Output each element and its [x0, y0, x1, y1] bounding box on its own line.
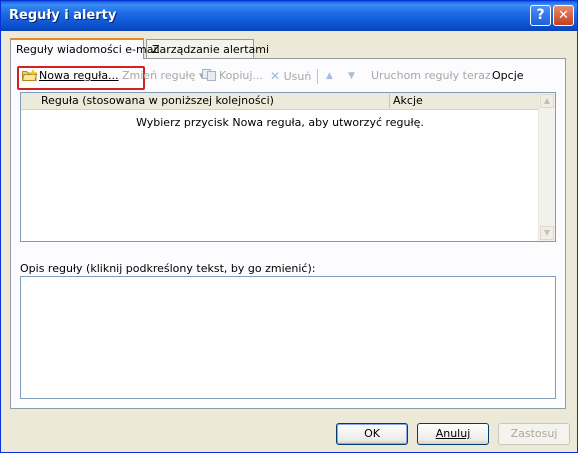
- copy-label: Kopiuj...: [219, 69, 263, 82]
- change-rule-button[interactable]: Zmień regułę ▾: [122, 69, 204, 82]
- vertical-scrollbar[interactable]: ▲ ▼: [538, 93, 555, 241]
- rules-list-header: Reguła (stosowana w poniższej kolejności…: [21, 93, 539, 110]
- tab-manage-alerts[interactable]: Zarządzanie alertami: [146, 39, 269, 58]
- cancel-button[interactable]: Anuluj: [417, 423, 489, 445]
- rules-list[interactable]: Reguła (stosowana w poniższej kolejności…: [20, 92, 556, 242]
- rule-description-label: Opis reguły (kliknij podkreślony tekst, …: [20, 262, 316, 275]
- column-divider: [389, 94, 390, 108]
- copy-button[interactable]: Kopiuj...: [202, 69, 263, 82]
- delete-icon: ✕: [270, 69, 281, 83]
- column-header-rule[interactable]: Reguła (stosowana w poniższej kolejności…: [41, 94, 274, 107]
- change-rule-label: Zmień regułę: [122, 69, 196, 82]
- cancel-label: Anuluj: [435, 427, 471, 440]
- help-icon[interactable]: ?: [530, 5, 551, 26]
- column-header-actions[interactable]: Akcje: [393, 94, 423, 107]
- toolbar-separator: [317, 69, 318, 84]
- delete-label: Usuń: [283, 70, 312, 83]
- scroll-down-icon[interactable]: ▼: [540, 226, 554, 240]
- copy-icon: [202, 69, 216, 81]
- new-rule-label: Nowa reguła...: [39, 69, 119, 82]
- rule-description-box[interactable]: [20, 276, 556, 399]
- ok-button[interactable]: OK: [336, 423, 408, 445]
- window-title: Reguły i alerty: [9, 8, 117, 23]
- delete-button[interactable]: ✕ Usuń: [270, 69, 311, 83]
- run-rules-button[interactable]: Uruchom reguły teraz...: [371, 69, 501, 82]
- tab-panel: Nowa reguła... Zmień regułę ▾ Kopiuj... …: [10, 58, 566, 409]
- rules-and-alerts-dialog: Reguły i alerty ? ✕ Reguły wiadomości e-…: [0, 0, 578, 453]
- title-bar[interactable]: Reguły i alerty ? ✕: [1, 1, 577, 31]
- empty-rules-message: Wybierz przycisk Nowa reguła, aby utworz…: [136, 116, 424, 129]
- new-rule-button[interactable]: Nowa reguła...: [22, 69, 119, 82]
- new-rule-icon: [22, 69, 37, 81]
- tab-email-rules[interactable]: Reguły wiadomości e-mail: [10, 38, 160, 59]
- close-icon[interactable]: ✕: [553, 5, 574, 26]
- apply-label: Zastosuj: [510, 427, 558, 440]
- move-down-icon[interactable]: ▼: [348, 71, 355, 81]
- options-button[interactable]: Opcje: [492, 69, 524, 82]
- move-up-icon[interactable]: ▲: [326, 71, 333, 81]
- scroll-up-icon[interactable]: ▲: [540, 94, 554, 108]
- apply-button[interactable]: Zastosuj: [498, 423, 570, 445]
- rules-toolbar: Nowa reguła... Zmień regułę ▾ Kopiuj... …: [16, 66, 562, 90]
